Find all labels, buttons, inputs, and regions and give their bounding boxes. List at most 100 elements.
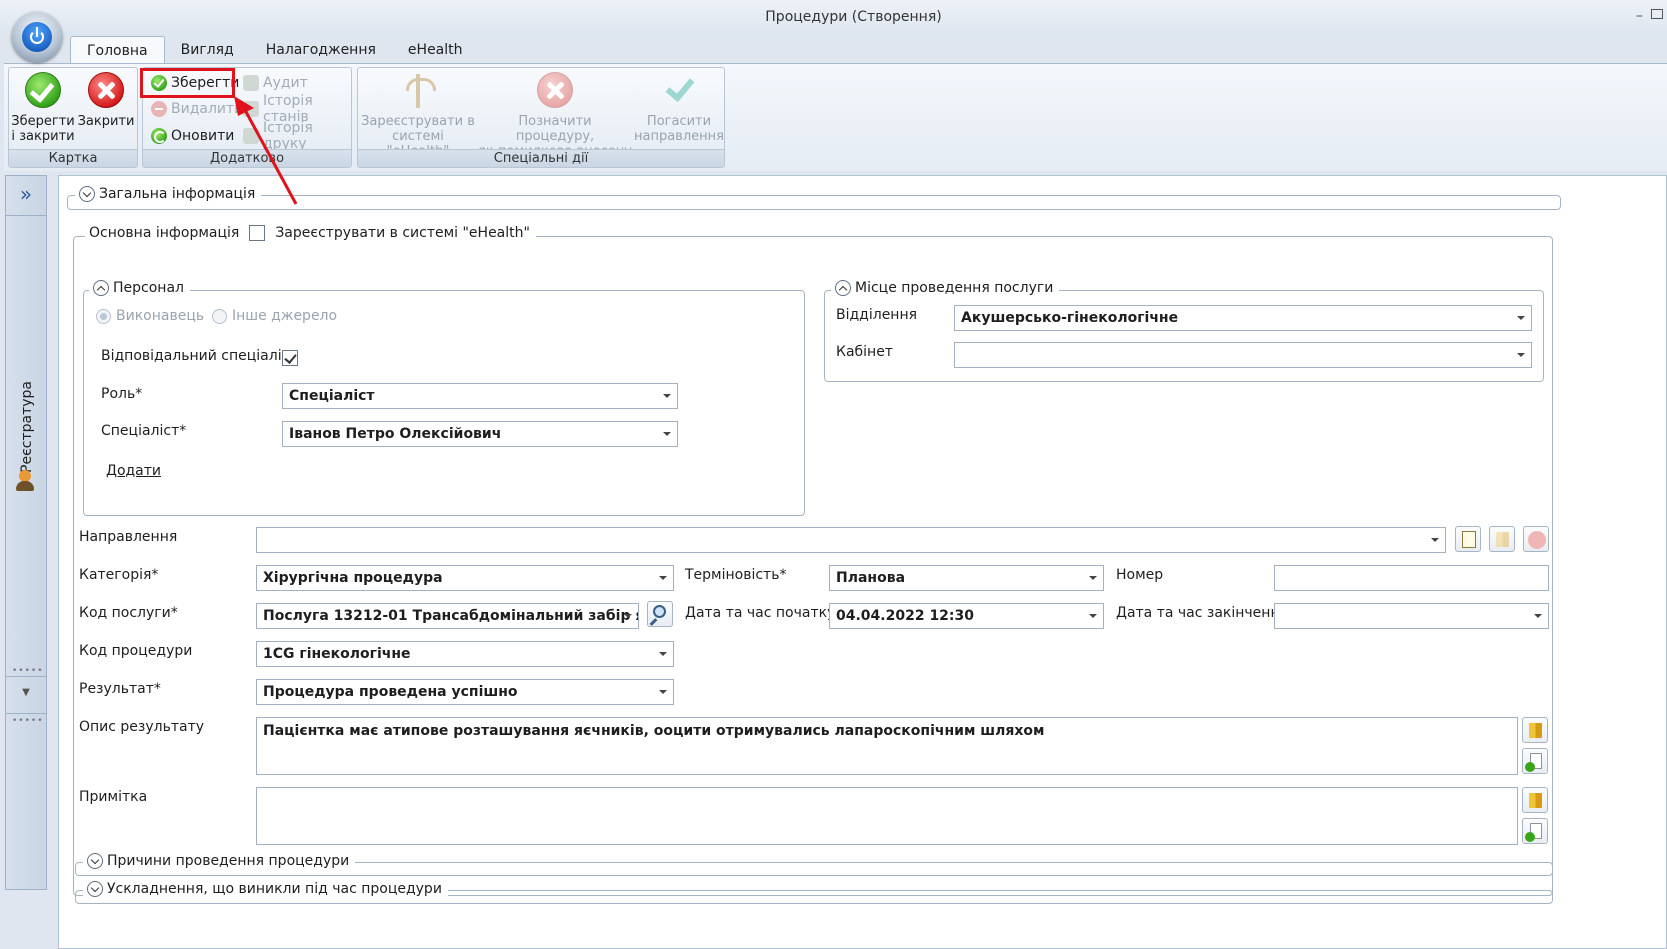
dropdown-arrow-icon: [659, 576, 667, 580]
role-label: Роль*: [101, 386, 143, 402]
dropdown-arrow-icon: [663, 432, 671, 436]
note-templates-button[interactable]: [1522, 787, 1548, 813]
number-input[interactable]: [1274, 565, 1549, 591]
dropdown-arrow-icon: [659, 690, 667, 694]
dropdown-arrow-icon: [663, 394, 671, 398]
cancel-referral-button[interactable]: Погасити направлення: [634, 72, 724, 144]
room-label: Кабінет: [836, 344, 893, 360]
register-ehealth-checkbox[interactable]: [249, 225, 266, 241]
save-button[interactable]: Зберегти: [147, 72, 243, 94]
print-history-button[interactable]: Історія друку: [239, 120, 351, 152]
general-info-header[interactable]: Загальна інформація: [75, 186, 262, 202]
search-service-button[interactable]: [647, 601, 673, 627]
result-templates-button[interactable]: [1522, 717, 1548, 743]
room-select[interactable]: [954, 342, 1532, 368]
clear-referral-button[interactable]: [1523, 526, 1549, 552]
collapse-icon[interactable]: [79, 186, 95, 202]
delete-icon: [151, 101, 167, 117]
procedure-code-select[interactable]: 1CG гінекологічне: [256, 641, 674, 667]
procedure-code-label: Код процедури: [79, 643, 193, 659]
category-select[interactable]: Хірургічна процедура: [256, 565, 674, 591]
nav-dropdown-button[interactable]: ▼: [6, 676, 46, 714]
department-select[interactable]: Акушерсько-гінекологічне: [954, 305, 1532, 331]
app-menu-button[interactable]: [12, 12, 62, 62]
splitter-grip[interactable]: •••••: [12, 666, 44, 676]
audit-icon: [243, 75, 259, 91]
history-icon: [243, 101, 259, 117]
mark-error-button[interactable]: Позначити процедуру, як помилково внесен…: [478, 72, 632, 159]
specialist-select[interactable]: Іванов Петро Олексійович: [282, 421, 678, 447]
expand-nav-button[interactable]: »: [6, 176, 46, 216]
check-icon: [25, 72, 61, 108]
collapse-icon[interactable]: [835, 280, 851, 296]
specialist-label: Спеціаліст*: [101, 423, 187, 439]
referral-book-button[interactable]: [1489, 526, 1515, 552]
dropdown-arrow-icon: [659, 652, 667, 656]
ribbon-group-card: Зберегти і закрити Закрити Картка: [8, 67, 138, 168]
start-datetime-label: Дата та час початку*: [685, 605, 843, 621]
delete-button[interactable]: Видалити: [147, 98, 247, 120]
basic-info-header: Основна інформація Зареєструвати в систе…: [85, 225, 536, 241]
book-icon: [1529, 793, 1542, 808]
nav-item-registry[interactable]: Реєстратура: [19, 381, 35, 473]
splitter-grip[interactable]: •••••: [12, 716, 44, 726]
location-header[interactable]: Місце проведення послуги: [831, 280, 1060, 296]
personnel-header[interactable]: Персонал: [89, 280, 190, 296]
result-add-document-button[interactable]: [1522, 748, 1548, 774]
category-label: Категорія*: [79, 567, 159, 583]
expand-icon[interactable]: [87, 881, 103, 897]
search-icon: [653, 605, 666, 618]
book-icon: [1496, 532, 1509, 547]
result-description-label: Опис результату: [79, 719, 205, 735]
register-ehealth-button[interactable]: Зареєструвати в системі "eHealth": [360, 72, 476, 159]
executor-radio[interactable]: [96, 309, 111, 324]
ribbon-tabs: Головна Вигляд Налагодження eHealth: [70, 36, 479, 64]
minimize-button[interactable]: –: [1636, 8, 1643, 24]
note-textarea[interactable]: [256, 787, 1518, 845]
ribbon-group-special: Зареєструвати в системі "eHealth" Познач…: [357, 67, 725, 168]
expand-icon[interactable]: [87, 853, 103, 869]
other-source-radio[interactable]: [212, 309, 227, 324]
result-description-textarea[interactable]: Пацієнтка має атипове розташування яєчни…: [256, 717, 1518, 775]
number-label: Номер: [1116, 567, 1164, 583]
ribbon: Зберегти і закрити Закрити Картка Зберег…: [4, 63, 1667, 171]
check-icon: [661, 72, 697, 108]
tab-ehealth[interactable]: eHealth: [392, 36, 479, 64]
other-source-radio-label: Інше джерело: [232, 308, 338, 324]
print-icon: [243, 128, 259, 144]
start-datetime-picker[interactable]: 04.04.2022 12:30: [829, 603, 1104, 629]
dropdown-arrow-icon: [1534, 614, 1542, 618]
audit-button[interactable]: Аудит: [239, 72, 312, 94]
check-icon: [151, 75, 167, 91]
urgency-label: Терміновість*: [685, 567, 787, 583]
reasons-section-header[interactable]: Причини проведення процедури: [83, 853, 356, 869]
responsible-specialist-checkbox[interactable]: [282, 350, 298, 366]
note-add-document-button[interactable]: [1522, 818, 1548, 844]
edit-icon: [1462, 531, 1476, 548]
maximize-button[interactable]: [1651, 9, 1663, 19]
close-button[interactable]: Закрити: [77, 72, 135, 129]
dropdown-arrow-icon: [1431, 538, 1439, 542]
dropdown-arrow-icon: [1517, 353, 1525, 357]
end-datetime-picker[interactable]: [1274, 603, 1549, 629]
tab-view[interactable]: Вигляд: [165, 36, 250, 64]
procedure-form: Загальна інформація Основна інформація З…: [58, 175, 1667, 949]
responsible-specialist-label: Відповідальний спеціаліст: [101, 348, 298, 364]
result-select[interactable]: Процедура проведена успішно: [256, 679, 674, 705]
refresh-button[interactable]: Оновити: [147, 125, 238, 147]
status-history-button[interactable]: Історія станів: [239, 93, 351, 125]
service-code-select[interactable]: Послуга 13212-01 Трансабдомінальний забі…: [256, 603, 639, 629]
registry-icon[interactable]: [14, 468, 38, 492]
add-personnel-link[interactable]: Додати: [106, 463, 161, 479]
dropdown-arrow-icon: [1517, 316, 1525, 320]
save-close-button[interactable]: Зберегти і закрити: [11, 72, 75, 144]
tab-settings[interactable]: Налагодження: [250, 36, 392, 64]
tab-home[interactable]: Головна: [70, 36, 165, 64]
role-select[interactable]: Спеціаліст: [282, 383, 678, 409]
referral-label: Направлення: [79, 529, 178, 545]
collapse-icon[interactable]: [93, 280, 109, 296]
complications-section-header[interactable]: Ускладнення, що виникли під час процедур…: [83, 881, 448, 897]
referral-select[interactable]: [256, 527, 1446, 553]
urgency-select[interactable]: Планова: [829, 565, 1104, 591]
edit-referral-button[interactable]: [1455, 526, 1481, 552]
